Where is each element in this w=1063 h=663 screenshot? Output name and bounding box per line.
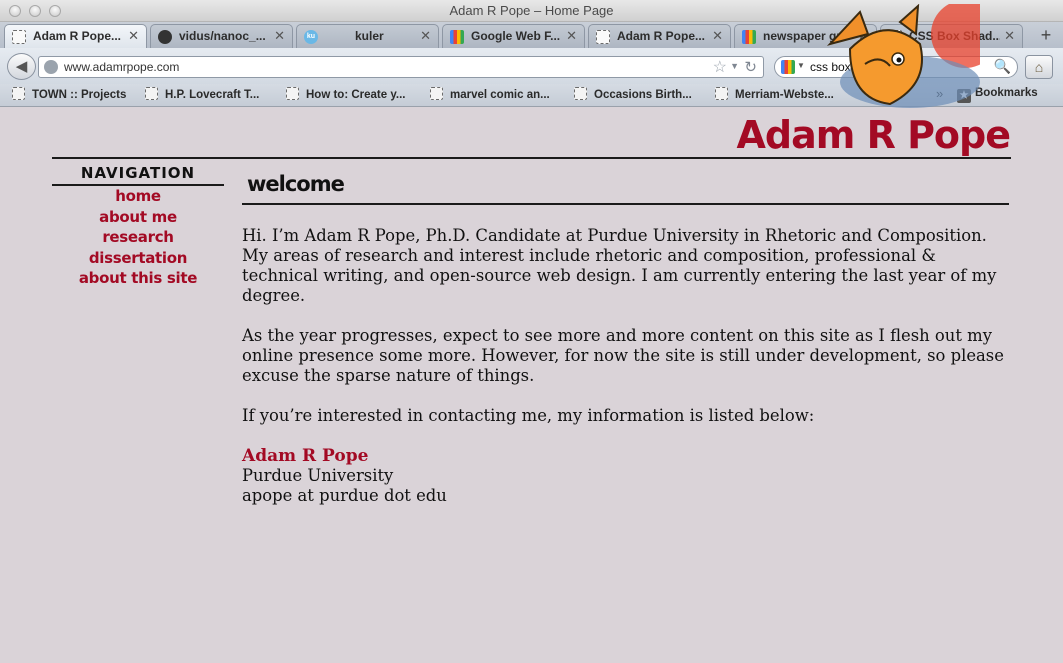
search-input[interactable]: css box shadow (810, 60, 895, 74)
bookmark-label: Merriam-Webste... (735, 89, 834, 101)
main-content: Hi. I’m Adam R Pope, Ph.D. Candidate at … (242, 226, 1017, 506)
home-button[interactable]: ⌂ (1025, 55, 1053, 79)
bookmark-label: Occasions Birth... (594, 89, 692, 101)
nav-item-home: home (52, 187, 224, 208)
nav-heading: NAVIGATION (80, 164, 196, 182)
tab-css-box-shadow[interactable]: CSS Box Shad... ✕ (880, 24, 1023, 48)
intro-paragraph: Hi. I’m Adam R Pope, Ph.D. Candidate at … (242, 226, 997, 305)
nav-link-home[interactable]: home (115, 187, 161, 205)
contact-email: apope at purdue dot edu (242, 486, 447, 505)
close-tab-icon[interactable]: ✕ (420, 28, 431, 44)
page-icon (430, 87, 443, 100)
tab-label: vidus/nanoc_... (179, 29, 266, 43)
close-tab-icon[interactable]: ✕ (1004, 28, 1015, 44)
bookmarks-menu-label: Bookmarks (975, 87, 1038, 99)
close-tab-icon[interactable]: ✕ (566, 28, 577, 44)
heading-divider (242, 203, 1009, 205)
contact-name: Adam R Pope (242, 446, 369, 466)
globe-icon (44, 60, 58, 74)
contact-intro-paragraph: If you’re interested in contacting me, m… (242, 406, 815, 425)
page-icon (12, 87, 25, 100)
site-title[interactable]: Adam R Pope (737, 113, 1011, 157)
tab-vidus-nanoc[interactable]: vidus/nanoc_... ✕ (150, 24, 293, 48)
google-icon (450, 30, 464, 44)
page-icon (888, 30, 902, 44)
back-button[interactable]: ◀ (7, 53, 36, 80)
nav-item-research: research (52, 228, 224, 249)
tab-adam-r-pope[interactable]: Adam R Pope... ✕ (4, 24, 147, 48)
bookmarks-overflow-icon[interactable]: » (936, 86, 943, 101)
nav-link-dissertation[interactable]: dissertation (89, 249, 188, 267)
tab-newspaper[interactable]: newspaper gr... ✕ (734, 24, 877, 48)
history-dropdown-icon[interactable]: ▼ (730, 61, 739, 71)
close-tab-icon[interactable]: ✕ (712, 28, 723, 44)
bookmark-label: How to: Create y... (306, 89, 406, 101)
close-tab-icon[interactable]: ✕ (274, 28, 285, 44)
nav-link-research[interactable]: research (102, 228, 174, 246)
tab-kuler[interactable]: ku kuler ✕ (296, 24, 439, 48)
tab-label: CSS Box Shad... (909, 29, 1000, 43)
window-title: Adam R Pope – Home Page (449, 3, 614, 18)
tab-label: kuler (355, 29, 384, 43)
close-tab-icon[interactable]: ✕ (128, 28, 139, 44)
tab-label: Google Web F... (471, 29, 561, 43)
url-text[interactable]: www.adamrpope.com (64, 60, 179, 74)
navigation-toolbar: ◀ www.adamrpope.com ☆ ▼ ↻ ▼ css box shad… (0, 48, 1063, 84)
page-icon (715, 87, 728, 100)
page-icon (596, 30, 610, 44)
tab-label: Adam R Pope... (617, 29, 706, 43)
google-icon[interactable] (781, 60, 795, 74)
close-tab-icon[interactable]: ✕ (858, 28, 869, 44)
bookmark-item[interactable]: Occasions Birth... (574, 87, 692, 101)
progress-paragraph: As the year progresses, expect to see mo… (242, 326, 1004, 385)
nav-link-about-this-site[interactable]: about this site (79, 269, 198, 287)
google-icon (742, 30, 756, 44)
page-icon (574, 87, 587, 100)
bookmarks-menu-button[interactable]: ★ Bookmarks (957, 87, 1038, 103)
page-icon (12, 30, 26, 44)
url-bar[interactable]: www.adamrpope.com ☆ ▼ ↻ (38, 56, 764, 78)
bookmark-item[interactable]: TOWN :: Projects (12, 87, 126, 101)
github-icon (158, 30, 172, 44)
header-divider (52, 157, 1011, 159)
search-icon[interactable]: 🔍 (994, 58, 1011, 75)
tab-adam-r-pope-2[interactable]: Adam R Pope... ✕ (588, 24, 731, 48)
tab-google-web-fonts[interactable]: Google Web F... ✕ (442, 24, 585, 48)
contact-block: Adam R Pope Purdue University apope at p… (242, 446, 1017, 506)
bookmark-item[interactable]: Merriam-Webste... (715, 87, 834, 101)
bookmark-item[interactable]: How to: Create y... (286, 87, 405, 101)
reload-icon[interactable]: ↻ (744, 58, 757, 76)
bookmark-label: marvel comic an... (450, 89, 550, 101)
page-heading: welcome (247, 172, 345, 196)
bookmark-item[interactable]: marvel comic an... (430, 87, 550, 101)
tab-label: Adam R Pope... (33, 29, 122, 43)
bookmarks-toolbar: TOWN :: Projects H.P. Lovecraft T... How… (0, 84, 1063, 107)
nav-item-about-this-site: about this site (52, 269, 224, 290)
bookmark-star-icon[interactable]: ☆ (713, 57, 727, 77)
bookmark-item[interactable]: H.P. Lovecraft T... (145, 87, 259, 101)
bookmark-label: H.P. Lovecraft T... (165, 89, 260, 101)
search-engine-dropdown-icon[interactable]: ▼ (797, 61, 805, 70)
contact-organization: Purdue University (242, 466, 394, 485)
search-bar[interactable]: ▼ css box shadow 🔍 (774, 56, 1018, 78)
page-icon (145, 87, 158, 100)
page-icon (286, 87, 299, 100)
bookmarks-star-icon: ★ (957, 89, 971, 103)
nav-divider (52, 184, 224, 186)
new-tab-button[interactable]: + (1033, 25, 1059, 47)
kuler-icon: ku (304, 30, 318, 44)
nav-item-about-me: about me (52, 208, 224, 229)
window-titlebar: Adam R Pope – Home Page (0, 0, 1063, 22)
bookmark-label: TOWN :: Projects (32, 89, 127, 101)
nav-item-dissertation: dissertation (52, 249, 224, 270)
site-navigation: home about me research dissertation abou… (52, 187, 224, 290)
nav-link-about-me[interactable]: about me (99, 208, 177, 226)
tab-strip: Adam R Pope... ✕ vidus/nanoc_... ✕ ku ku… (0, 22, 1063, 48)
tab-label: newspaper gr... (763, 29, 851, 43)
